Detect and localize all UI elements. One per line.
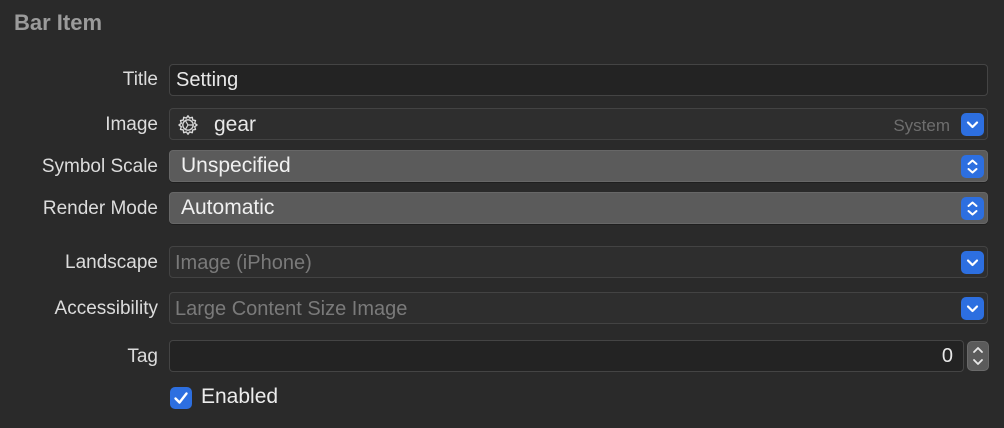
symbol-scale-updown-icon [961,155,984,178]
tag-stepper[interactable] [967,341,989,371]
render-mode-value: Automatic [181,196,275,219]
section-title: Bar Item [14,10,103,35]
accessibility-placeholder: Large Content Size Image [175,298,408,320]
chevron-down-icon [966,121,979,129]
system-hint: System [893,116,950,135]
stepper-up-icon [973,347,983,353]
landscape-combo[interactable]: Image (iPhone) [169,246,988,278]
image-value: gear [214,113,257,136]
stepper-down-icon [973,359,983,365]
accessibility-label: Accessibility [54,298,158,319]
symbol-scale-value: Unspecified [181,154,291,177]
accessibility-dropdown-button[interactable] [961,297,984,320]
symbol-scale-label: Symbol Scale [41,156,158,177]
chevron-down-icon [966,259,979,267]
tag-value: 0 [941,345,953,367]
image-label: Image [105,114,158,135]
tag-field[interactable]: 0 [169,340,964,372]
chevron-down-icon [966,305,979,313]
title-label: Title [122,69,158,90]
landscape-label: Landscape [65,252,158,273]
landscape-placeholder: Image (iPhone) [175,252,312,274]
render-mode-updown-icon [961,197,984,220]
render-mode-label: Render Mode [42,198,158,219]
image-dropdown-button[interactable] [961,113,984,136]
title-value: Setting [176,69,239,91]
accessibility-combo[interactable]: Large Content Size Image [169,292,988,324]
enabled-label[interactable]: Enabled [201,385,278,409]
landscape-dropdown-button[interactable] [961,251,984,274]
render-mode-popup[interactable]: Automatic [169,192,988,224]
attributes-inspector-panel: Bar Item Title Setting Image gear System… [0,0,1004,428]
enabled-checkbox[interactable] [170,387,192,409]
gear-icon [177,114,199,136]
checkmark-icon [174,392,188,404]
title-field[interactable]: Setting [169,64,988,96]
symbol-scale-popup[interactable]: Unspecified [169,150,988,182]
image-combo[interactable]: gear System [169,108,988,140]
tag-label: Tag [127,346,158,367]
